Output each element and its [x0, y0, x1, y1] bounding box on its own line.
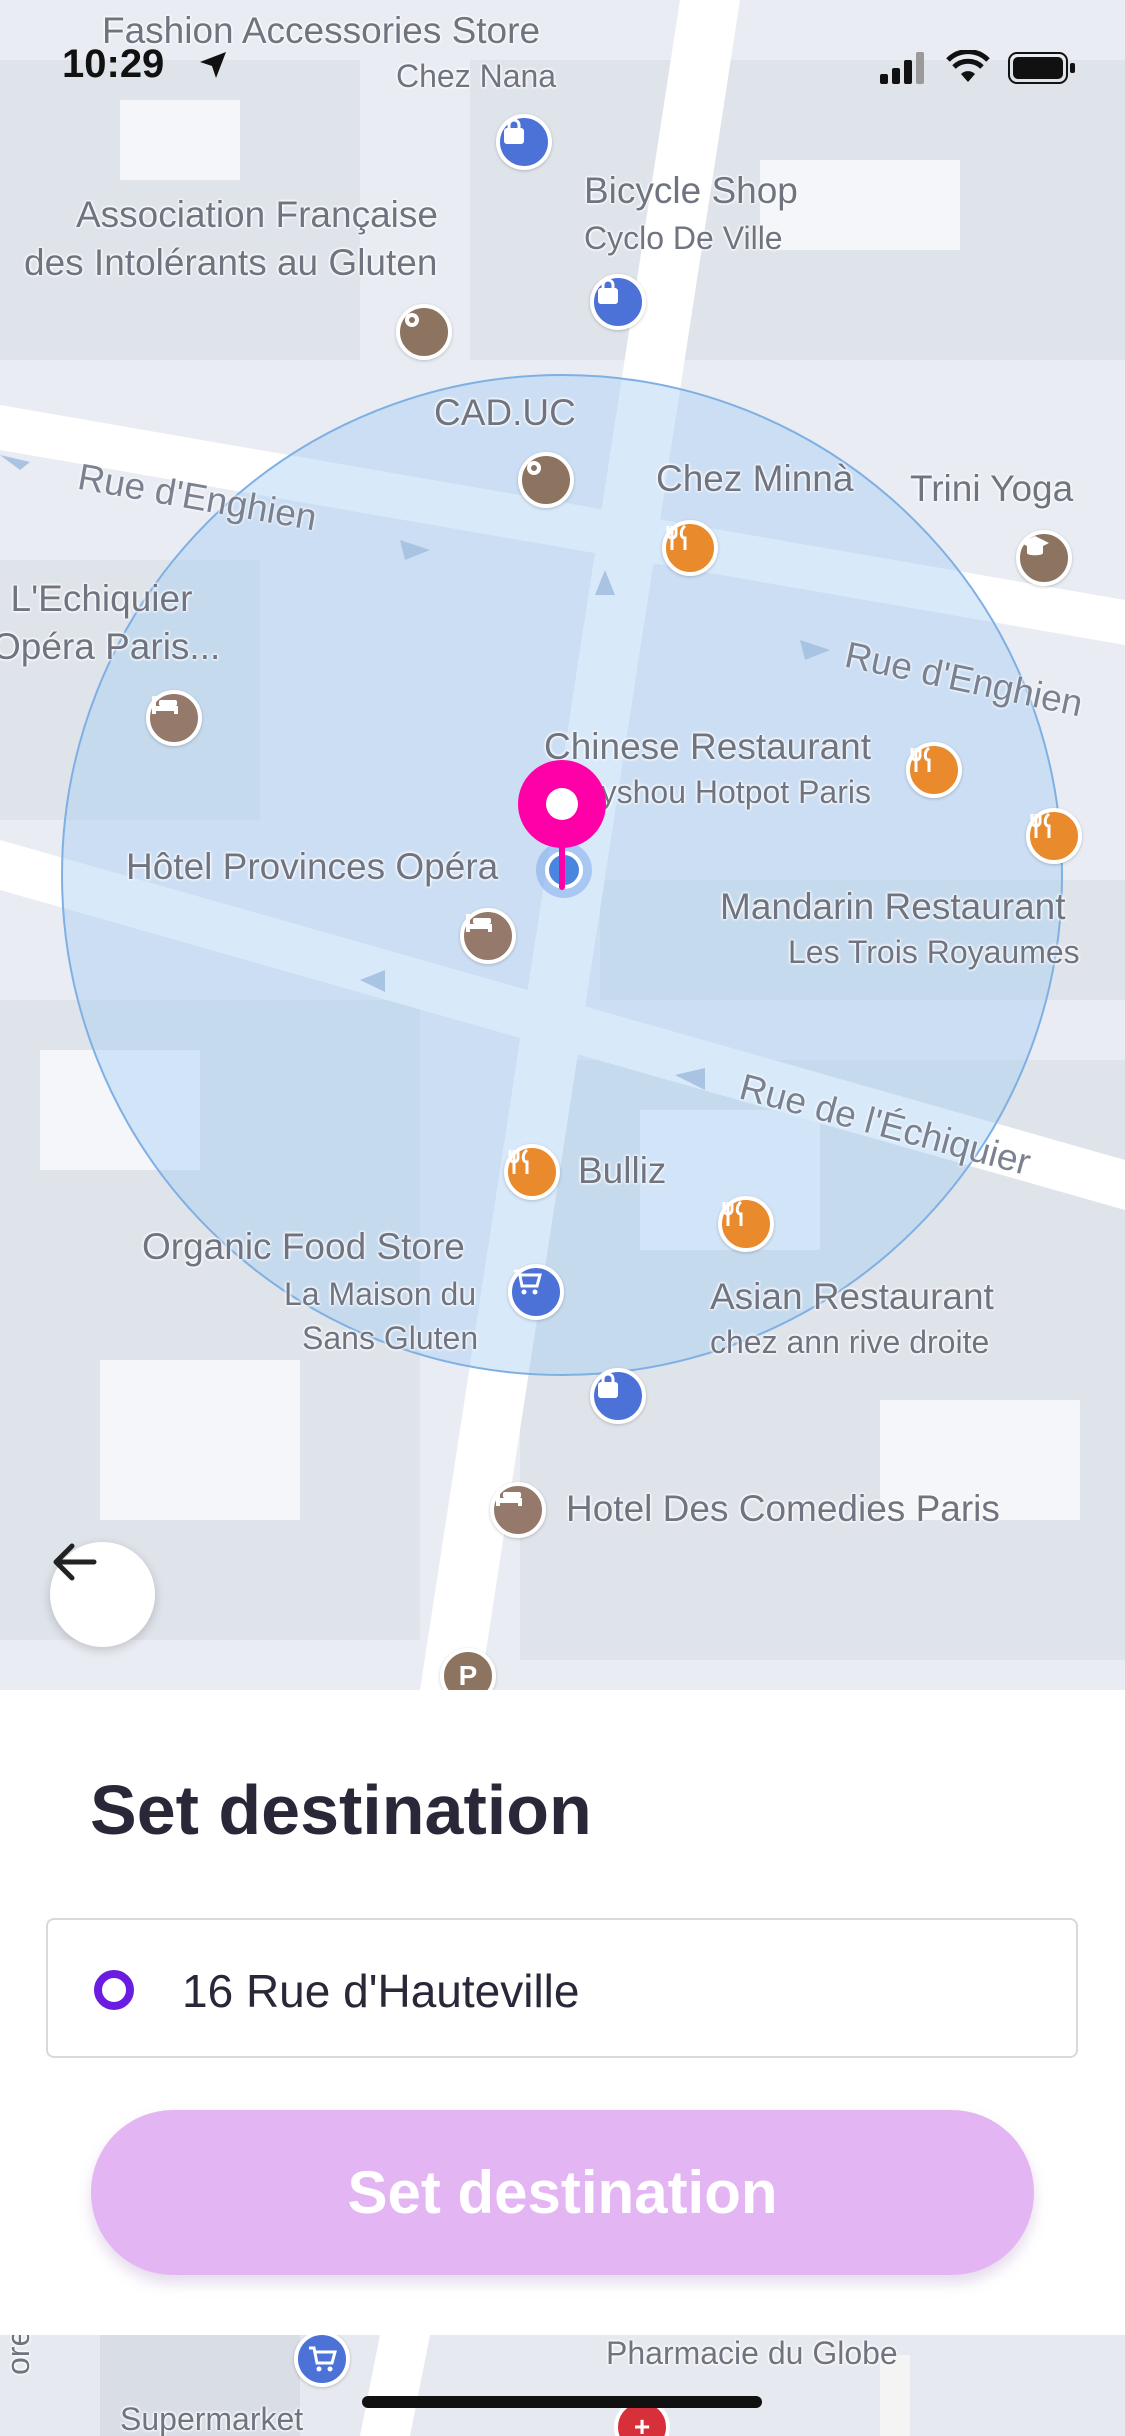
- map-strip[interactable]: Pharmacie du Globe Supermarket orel +: [0, 2335, 1125, 2436]
- shopping-cart-icon[interactable]: [508, 1264, 564, 1320]
- poi-label: CAD.UC: [434, 392, 576, 433]
- poi-label: Association Française: [76, 194, 438, 235]
- poi-sublabel: Lyshou Hotpot Paris: [584, 774, 871, 810]
- poi-sublabel: Sans Gluten: [302, 1320, 479, 1356]
- back-button[interactable]: [50, 1542, 155, 1647]
- poi-sublabel: Les Trois Royaumes: [788, 934, 1080, 970]
- poi-label: Trini Yoga: [910, 468, 1074, 509]
- poi-label: Pharmacie du Globe: [606, 2335, 898, 2371]
- poi-label: Organic Food Store: [142, 1226, 465, 1267]
- home-indicator[interactable]: [362, 2396, 762, 2408]
- map-view[interactable]: 10:29 Fashion Accessories Store Chez Nan…: [0, 0, 1125, 1690]
- poi-label: Bicycle Shop: [584, 170, 798, 211]
- poi-label: Bulliz: [578, 1150, 667, 1191]
- hotel-bed-icon[interactable]: [490, 1482, 546, 1538]
- place-dot-icon[interactable]: [518, 452, 574, 508]
- destination-value: 16 Rue d'Hauteville: [182, 1965, 580, 2017]
- poi-sublabel: La Maison du: [284, 1276, 477, 1312]
- poi-sublabel: des Intolérants au Gluten: [24, 242, 438, 283]
- poi-label: Asian Restaurant: [710, 1276, 994, 1317]
- poi-sublabel: chez ann rive droite: [710, 1324, 990, 1360]
- shopping-bag-icon[interactable]: [590, 274, 646, 330]
- restaurant-icon[interactable]: [504, 1144, 560, 1200]
- destination-pin-icon[interactable]: [516, 758, 608, 898]
- poi-sublabel: Opéra Paris...: [0, 626, 221, 667]
- hotel-bed-icon[interactable]: [460, 908, 516, 964]
- restaurant-icon[interactable]: [662, 520, 718, 576]
- destination-input[interactable]: 16 Rue d'Hauteville: [46, 1918, 1078, 2058]
- radio-dot-icon: [94, 1970, 134, 2010]
- restaurant-icon[interactable]: [1026, 808, 1082, 864]
- shopping-bag-icon[interactable]: [496, 114, 552, 170]
- restaurant-icon[interactable]: [718, 1196, 774, 1252]
- poi-label: Mandarin Restaurant: [720, 886, 1066, 927]
- poi-label: Hotel Des Comedies Paris: [566, 1488, 1000, 1529]
- poi-label: Fashion Accessories Store: [102, 10, 541, 51]
- poi-label: l L'Echiquier: [0, 578, 193, 619]
- graduation-cap-icon[interactable]: [1016, 530, 1072, 586]
- poi-sublabel: Cyclo De Ville: [584, 220, 783, 256]
- set-destination-button[interactable]: Set destination: [91, 2110, 1034, 2275]
- poi-label: Chez Minnà: [656, 458, 854, 499]
- poi-label: Supermarket: [120, 2401, 304, 2436]
- restaurant-icon[interactable]: [906, 742, 962, 798]
- poi-label: Hôtel Provinces Opéra: [126, 846, 499, 887]
- sheet-title: Set destination: [90, 1771, 592, 1849]
- poi-sublabel: Chez Nana: [396, 58, 557, 94]
- place-dot-icon[interactable]: [396, 304, 452, 360]
- hotel-bed-icon[interactable]: [146, 690, 202, 746]
- shopping-bag-icon[interactable]: [590, 1368, 646, 1424]
- poi-label: orel: [0, 2335, 36, 2375]
